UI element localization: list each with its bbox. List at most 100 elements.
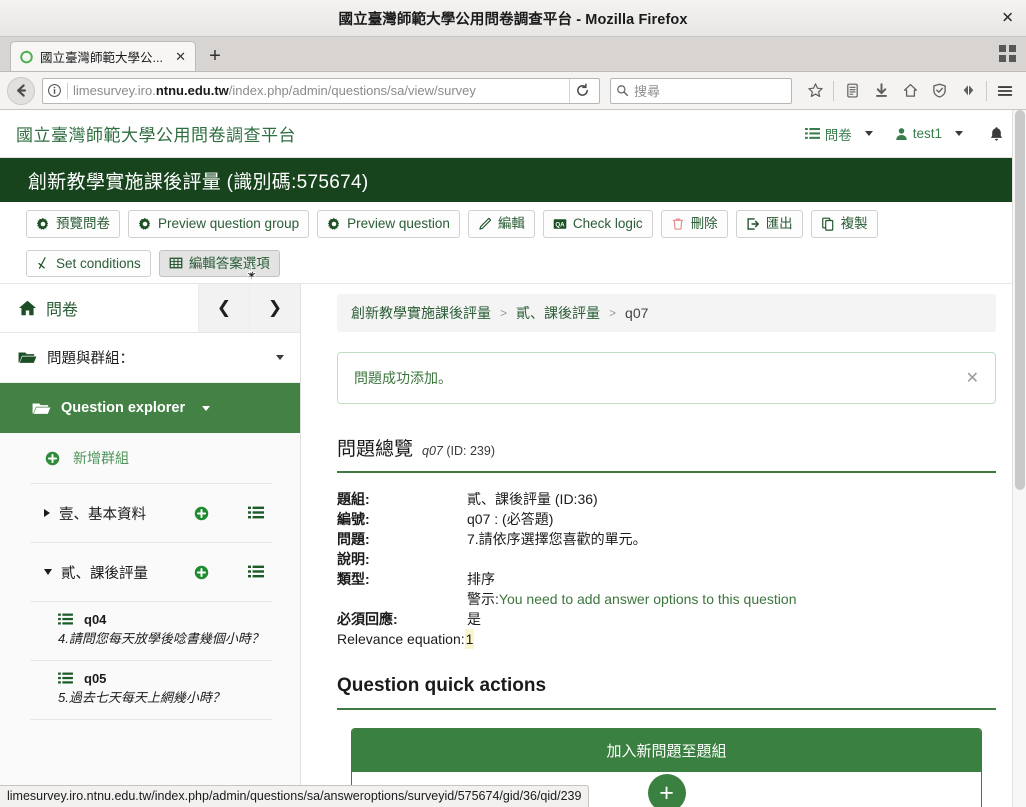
search-bar[interactable]: 搜尋 [610,77,792,104]
info-icon[interactable] [47,83,62,98]
sidebar-group-2-list-icon[interactable] [233,565,278,579]
property-row-relevance: Relevance equation: 1 [337,629,996,650]
property-value-type: 排序 [467,571,495,588]
page-viewport: 國立臺灣師範大學公用問卷調查平台 問卷 test1 創新教學實施課後評量 (識別… [0,110,1026,807]
copy-button[interactable]: 複製 [810,210,878,238]
preview-question-button[interactable]: Preview question [317,210,460,238]
sidebar-group-2-add-icon[interactable] [179,565,224,580]
property-key-question: 問題: [337,531,370,548]
bell-icon [989,126,1004,142]
add-question-panel-title: 加入新問題至題組 [352,729,981,773]
property-value-warning: 警示:You need to add answer options to thi… [467,589,996,609]
property-value-group: 貳、課後評量 (ID:36) [467,491,598,508]
folder-open-icon [32,401,51,416]
export-button[interactable]: 匯出 [735,210,803,238]
gear-icon [327,217,341,231]
sidebar-question-q04-code: q04 [84,612,107,628]
property-row-question: 問題: 7.請依序選擇您喜歡的單元。 [337,529,996,549]
property-row-help: 說明: [337,549,996,569]
sidebar-next-button[interactable]: ❯ [249,284,300,333]
back-arrow-icon[interactable] [7,76,35,105]
property-row-warning: 警示:You need to add answer options to thi… [337,589,996,609]
preview-survey-button[interactable]: 預覽問卷 [26,210,120,238]
preview-survey-label: 預覽問卷 [56,216,110,231]
edit-button[interactable]: 編輯 [467,210,535,238]
sidebar-home-label: 問卷 [46,302,79,320]
reader-view-icon[interactable] [838,77,866,105]
table-icon [169,256,183,270]
property-value-help [467,549,996,569]
list-icon [804,127,820,141]
sidebar-group-1-add-icon[interactable] [179,506,224,521]
list-icon [58,672,73,685]
nav-notifications[interactable] [989,126,1004,142]
browser-tab[interactable]: 國立臺灣師範大學公... ✕ [10,41,196,71]
question-overview-subtitle: q07 (ID: 239) [422,444,495,459]
plus-circle-icon[interactable]: + [647,774,686,807]
sidebar-item-question-explorer[interactable]: Question explorer [0,383,300,434]
nav-surveys[interactable]: 問卷 [804,124,873,144]
check-logic-label: Check logic [572,216,643,231]
delete-button[interactable]: 刪除 [660,210,728,238]
sidebar-question-q05[interactable]: q05 5.過去七天每天上網幾小時？ [0,661,300,719]
set-conditions-button[interactable]: Set conditions [26,249,151,278]
sidebar-group-1[interactable]: 壹、基本資料 [0,484,300,542]
chevron-down-icon-groups[interactable] [276,355,284,361]
page-scrollbar-thumb[interactable] [1015,110,1025,490]
sidebar-item-surveys[interactable]: 問卷 [0,296,198,320]
nav-surveys-label: 問卷 [824,127,852,143]
nav-user[interactable]: test1 [895,126,963,141]
page-scrollbar[interactable] [1012,110,1026,807]
browser-tool-icons [801,77,1019,105]
edit-label: 編輯 [497,216,525,231]
question-toolbar: 預覽問卷 Preview question group Preview ques… [0,202,1026,285]
shield-icon[interactable] [925,77,953,105]
sidebar-group-2[interactable]: 貳、課後評量 [0,543,300,601]
property-key-mandatory: 必須回應: [337,611,398,628]
property-value-code: q07 : (必答題) [467,511,554,528]
chevron-down-icon-group2[interactable] [44,569,52,576]
site-favicon-icon [18,49,34,65]
qa-check-icon: QA [553,217,567,231]
property-value-mandatory: 是 [467,611,481,628]
gear-icon [138,217,152,231]
window-close-button[interactable]: ✕ [1001,11,1014,26]
sidebar-add-group-button[interactable]: 新增群組 [0,433,300,483]
set-conditions-label: Set conditions [56,255,141,271]
property-key-group: 題組: [337,491,370,508]
chevron-down-icon [864,131,873,136]
sidebar-question-q04[interactable]: q04 4.請問您每天放學後唸書幾個小時？ [0,602,300,660]
preview-question-label: Preview question [347,216,450,231]
chevron-right-icon[interactable] [44,509,50,518]
window-title: 國立臺灣師範大學公用問卷調查平台 - Mozilla Firefox [338,11,688,28]
reload-icon[interactable] [569,78,595,103]
download-icon[interactable] [867,77,895,105]
new-tab-button[interactable]: + [200,41,230,71]
tab-close-icon[interactable]: ✕ [173,49,188,65]
pocket-icon[interactable] [954,77,982,105]
breadcrumb-item-survey[interactable]: 創新教學實施課後評量 [351,303,491,323]
url-bar[interactable]: limesurvey.iro.ntnu.edu.tw/index.php/adm… [42,77,600,104]
grid-icon[interactable] [998,44,1018,64]
property-row-type: 類型: 排序 [337,569,996,589]
sidebar-questions-groups-row[interactable]: 問題與群組： [0,333,300,384]
app-brand[interactable]: 國立臺灣師範大學公用問卷調查平台 [16,121,296,146]
toolbar-divider [833,80,834,101]
breadcrumb-item-group[interactable]: 貳、課後評量 [516,303,600,323]
edit-answer-options-button[interactable]: 編輯答案選項 [158,249,280,278]
conditions-icon [36,256,50,270]
property-value-relevance: 1 [464,629,475,650]
check-logic-button[interactable]: QA Check logic [542,210,653,238]
close-icon[interactable]: ✕ [966,368,979,388]
sidebar-prev-button[interactable]: ❮ [198,284,249,333]
home-icon[interactable] [896,77,924,105]
sidebar-question-q05-code: q05 [84,670,107,686]
sidebar-question-q05-text: 5.過去七天每天上網幾小時？ [58,689,225,705]
toolbar-divider-2 [986,80,987,101]
sidebar-group-1-list-icon[interactable] [233,506,278,520]
star-icon[interactable] [801,77,829,105]
hamburger-menu-icon[interactable] [991,77,1019,105]
preview-question-group-button[interactable]: Preview question group [128,210,310,238]
success-alert: 問題成功添加。 ✕ [337,352,996,405]
edit-answer-options-label: 編輯答案選項 [188,255,270,271]
